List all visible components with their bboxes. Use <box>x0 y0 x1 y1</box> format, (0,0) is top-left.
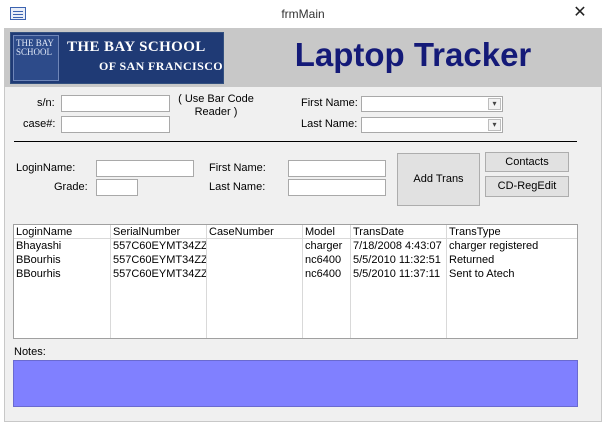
contacts-button[interactable]: Contacts <box>485 152 569 172</box>
cell-transtype: Returned <box>449 254 495 266</box>
cell-transdate: 5/5/2010 11:37:11 <box>353 268 441 280</box>
column-header-model[interactable]: Model <box>305 226 335 238</box>
cell-serialnumber: 557C60EYMT34ZZ <box>113 254 206 266</box>
section-divider <box>14 141 577 142</box>
add-trans-button[interactable]: Add Trans <box>397 153 480 206</box>
school-seal: THE BAY SCHOOL <box>13 35 59 81</box>
trans-first-name-input[interactable] <box>288 160 386 177</box>
cell-loginname: BBourhis <box>16 254 61 266</box>
column-header-serialnumber[interactable]: SerialNumber <box>113 226 180 238</box>
app-title: Laptop Tracker <box>294 36 532 73</box>
chevron-down-icon[interactable]: ▾ <box>488 119 501 131</box>
cell-transtype: Sent to Atech <box>449 268 515 280</box>
search-last-name-combo[interactable]: ▾ <box>361 117 503 133</box>
sn-input[interactable] <box>61 95 170 112</box>
cell-transdate: 5/5/2010 11:32:51 <box>353 254 441 266</box>
barcode-hint: ( Use Bar Code Reader ) <box>178 93 254 118</box>
column-header-loginname[interactable]: LoginName <box>16 226 72 238</box>
cell-transdate: 7/18/2008 4:43:07 <box>353 240 442 252</box>
cd-regedit-button[interactable]: CD-RegEdit <box>485 176 569 197</box>
cell-loginname: Bhayashi <box>16 240 62 252</box>
column-header-casenumber[interactable]: CaseNumber <box>209 226 274 238</box>
chevron-down-icon[interactable]: ▾ <box>488 98 501 110</box>
sn-label: s/n: <box>37 97 55 109</box>
close-icon[interactable]: ✕ <box>570 3 590 23</box>
window-title: frmMain <box>281 7 325 21</box>
cell-loginname: BBourhis <box>16 268 61 280</box>
cell-model: charger <box>305 240 343 252</box>
case-label: case#: <box>23 118 56 130</box>
school-logo: THE BAY SCHOOL THE BAY SCHOOL OF SAN FRA… <box>10 32 224 84</box>
cell-serialnumber: 557C60EYMT34ZZ <box>113 240 206 252</box>
cell-transtype: charger registered <box>449 240 539 252</box>
trans-last-name-label: Last Name: <box>209 181 266 193</box>
notes-textarea[interactable] <box>13 360 578 407</box>
grade-input[interactable] <box>96 179 138 196</box>
notes-label: Notes: <box>14 346 46 358</box>
search-first-name-combo[interactable]: ▾ <box>361 96 503 112</box>
logo-line2: OF SAN FRANCISCO <box>99 59 223 73</box>
case-input[interactable] <box>61 116 170 133</box>
login-name-input[interactable] <box>96 160 194 177</box>
column-header-transdate[interactable]: TransDate <box>353 226 404 238</box>
transactions-list[interactable]: LoginName SerialNumber CaseNumber Model … <box>13 224 578 339</box>
list-column-divider <box>207 225 303 338</box>
search-first-name-label: First Name: <box>301 97 358 109</box>
cell-model: nc6400 <box>305 268 342 280</box>
cell-serialnumber: 557C60EYMT34ZZ <box>113 268 206 280</box>
grade-label: Grade: <box>54 181 88 193</box>
column-header-transtype[interactable]: TransType <box>449 226 501 238</box>
search-last-name-label: Last Name: <box>301 118 358 130</box>
trans-last-name-input[interactable] <box>288 179 386 196</box>
logo-line1: THE BAY SCHOOL <box>67 39 206 55</box>
trans-first-name-label: First Name: <box>209 162 266 174</box>
cell-model: nc6400 <box>305 254 342 266</box>
login-name-label: LoginName: <box>16 162 76 174</box>
